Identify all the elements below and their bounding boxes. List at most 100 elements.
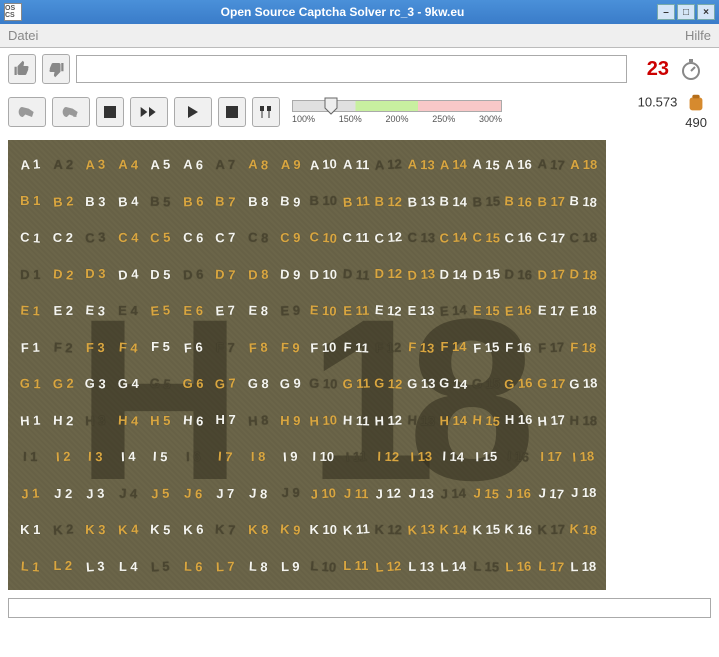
captcha-cell[interactable]: E 8	[241, 292, 275, 330]
captcha-cell[interactable]: A 15	[469, 145, 503, 183]
captcha-cell[interactable]: H 4	[111, 401, 145, 439]
captcha-cell[interactable]: F 13	[403, 328, 438, 367]
captcha-cell[interactable]: E 11	[339, 292, 372, 329]
captcha-cell[interactable]: C 3	[78, 218, 113, 257]
captcha-cell[interactable]: L 1	[13, 547, 48, 586]
captcha-cell[interactable]: D 13	[403, 255, 438, 294]
captcha-cell[interactable]: A 12	[371, 145, 405, 183]
captcha-cell[interactable]: G 18	[567, 364, 601, 402]
captcha-cell[interactable]: E 18	[567, 292, 601, 330]
jump-forward-button[interactable]: ...	[52, 97, 90, 127]
captcha-cell[interactable]: K 2	[45, 510, 80, 549]
captcha-cell[interactable]: K 8	[242, 511, 275, 548]
captcha-cell[interactable]: G 17	[535, 365, 568, 402]
captcha-cell[interactable]: L 17	[534, 547, 568, 585]
captcha-cell[interactable]: C 8	[241, 218, 275, 256]
captcha-cell[interactable]: K 1	[14, 511, 47, 548]
captcha-cell[interactable]: B 4	[111, 182, 145, 220]
captcha-cell[interactable]: A 6	[176, 145, 210, 183]
captcha-cell[interactable]: J 16	[502, 474, 535, 511]
captcha-cell[interactable]: C 6	[176, 219, 210, 257]
captcha-cell[interactable]: A 3	[78, 145, 112, 183]
captcha-cell[interactable]: B 2	[45, 182, 80, 221]
captcha-cell[interactable]: C 4	[111, 219, 144, 256]
captcha-cell[interactable]: D 11	[338, 255, 373, 294]
captcha-cell[interactable]: C 11	[340, 219, 373, 256]
captcha-cell[interactable]: E 5	[143, 291, 178, 330]
captcha-cell[interactable]: E 1	[13, 291, 47, 329]
captcha-cell[interactable]: C 17	[534, 218, 568, 256]
captcha-cell[interactable]: I 3	[78, 438, 112, 476]
captcha-cell[interactable]: J 6	[176, 474, 210, 512]
captcha-cell[interactable]: E 16	[501, 291, 535, 329]
captcha-cell[interactable]: I 10	[307, 438, 340, 475]
captcha-cell[interactable]: I 17	[535, 438, 568, 475]
menu-help[interactable]: Hilfe	[685, 28, 711, 43]
captcha-cell[interactable]: F 18	[567, 328, 601, 366]
captcha-cell[interactable]: H 7	[209, 402, 242, 439]
captcha-cell[interactable]: A 8	[241, 145, 276, 184]
captcha-cell[interactable]: D 5	[144, 255, 177, 292]
captcha-cell[interactable]: H 6	[176, 401, 211, 440]
captcha-cell[interactable]: C 18	[567, 219, 600, 256]
captcha-cell[interactable]: E 14	[436, 291, 471, 330]
captcha-cell[interactable]: J 17	[534, 474, 569, 513]
captcha-cell[interactable]: E 3	[78, 291, 113, 330]
captcha-cell[interactable]: K 15	[469, 511, 503, 549]
zoom-thumb-icon[interactable]	[323, 97, 339, 115]
captcha-cell[interactable]: B 15	[469, 182, 503, 220]
captcha-cell[interactable]: K 6	[176, 511, 210, 549]
captcha-cell[interactable]: J 1	[13, 474, 48, 513]
captcha-cell[interactable]: I 13	[404, 438, 438, 476]
captcha-cell[interactable]: I 1	[14, 438, 47, 475]
captcha-cell[interactable]: H 1	[13, 401, 47, 439]
captcha-cell[interactable]: B 17	[535, 182, 568, 219]
captcha-cell[interactable]: G 14	[436, 364, 471, 403]
captcha-cell[interactable]: F 12	[372, 328, 405, 365]
menu-file[interactable]: Datei	[8, 28, 38, 43]
captcha-cell[interactable]: C 16	[502, 219, 536, 257]
captcha-cell[interactable]: K 11	[338, 510, 373, 549]
captcha-cell[interactable]: B 16	[501, 182, 535, 220]
captcha-cell[interactable]: C 10	[306, 218, 341, 257]
captcha-cell[interactable]: D 8	[241, 255, 275, 293]
captcha-cell[interactable]: G 6	[177, 365, 210, 402]
captcha-cell[interactable]: I 9	[273, 437, 308, 476]
captcha-cell[interactable]: D 18	[567, 255, 601, 293]
captcha-cell[interactable]: L 15	[469, 547, 503, 585]
captcha-cell[interactable]: L 13	[404, 547, 437, 584]
captcha-cell[interactable]: D 1	[14, 255, 47, 292]
captcha-cell[interactable]: B 14	[437, 182, 471, 220]
captcha-cell[interactable]: I 14	[436, 437, 470, 475]
captcha-image[interactable]: H 1 8 A 1A 2A 3A 4A 5A 6A 7A 8A 9A 10A 1…	[8, 140, 606, 590]
captcha-cell[interactable]: C 7	[209, 219, 243, 257]
captcha-cell[interactable]: E 13	[405, 292, 438, 329]
captcha-cell[interactable]: D 3	[79, 256, 112, 293]
captcha-cell[interactable]: F 10	[306, 328, 340, 366]
captcha-cell[interactable]: J 5	[144, 474, 178, 512]
captcha-cell[interactable]: K 13	[404, 510, 438, 548]
jump-back-button[interactable]	[8, 97, 46, 127]
captcha-cell[interactable]: L 6	[176, 547, 210, 585]
captcha-cell[interactable]: L 3	[78, 547, 113, 586]
captcha-cell[interactable]: G 15	[470, 365, 503, 402]
captcha-cell[interactable]: G 5	[143, 364, 178, 403]
captcha-cell[interactable]: I 15	[469, 438, 502, 475]
captcha-cell[interactable]: A 13	[404, 146, 438, 184]
captcha-cell[interactable]: G 12	[371, 364, 405, 402]
captcha-cell[interactable]: H 11	[339, 401, 373, 439]
captcha-cell[interactable]: A 4	[111, 146, 145, 184]
captcha-cell[interactable]: D 7	[209, 255, 243, 293]
captcha-cell[interactable]: D 12	[372, 256, 405, 293]
captcha-cell[interactable]: C 14	[436, 218, 470, 256]
captcha-cell[interactable]: J 11	[339, 474, 372, 511]
captcha-cell[interactable]: H 15	[469, 401, 504, 440]
captcha-cell[interactable]: I 2	[46, 437, 80, 475]
captcha-cell[interactable]: J 7	[209, 474, 242, 511]
captcha-cell[interactable]: F 11	[339, 328, 373, 366]
captcha-cell[interactable]: H 16	[502, 402, 535, 439]
captcha-cell[interactable]: J 3	[78, 474, 112, 512]
captcha-cell[interactable]: G 16	[501, 364, 536, 403]
captcha-cell[interactable]: K 7	[208, 510, 242, 548]
answer-input[interactable]	[76, 55, 627, 83]
